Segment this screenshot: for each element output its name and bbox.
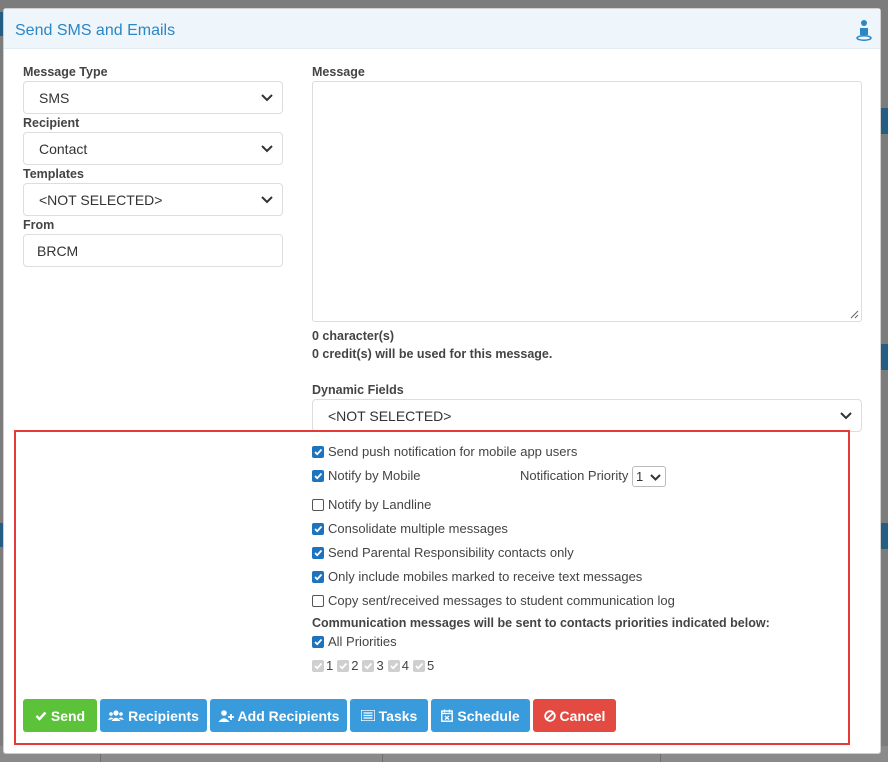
checkbox-unchecked-icon[interactable] [312, 594, 324, 607]
option-consolidate[interactable]: Consolidate multiple messages [312, 521, 508, 536]
checkbox-disabled-icon [412, 659, 425, 672]
modal-header: Send SMS and Emails [4, 9, 880, 49]
option-label: Send push notification for mobile app us… [328, 444, 578, 459]
dynamic-fields-value: <NOT SELECTED> [328, 407, 452, 424]
from-label: From [23, 218, 55, 232]
send-button-label: Send [50, 707, 86, 724]
option-copy-log[interactable]: Copy sent/received messages to student c… [312, 593, 675, 608]
ban-icon [543, 709, 556, 722]
checkbox-checked-icon[interactable] [312, 570, 324, 583]
communication-note: Communication messages will be sent to c… [312, 616, 770, 630]
option-push-notification[interactable]: Send push notification for mobile app us… [312, 444, 577, 459]
templates-value: <NOT SELECTED> [39, 191, 163, 208]
message-type-label: Message Type [23, 65, 108, 79]
priority-item[interactable]: 2 [337, 658, 358, 673]
tasks-icon [360, 710, 375, 721]
checkbox-checked-icon[interactable] [312, 522, 324, 535]
message-textarea[interactable] [312, 81, 862, 322]
priority-checkboxes: 1 2 3 4 5 [312, 658, 438, 673]
tasks-button-label: Tasks [378, 707, 418, 724]
message-label: Message [312, 65, 365, 79]
checkbox-checked-icon[interactable] [312, 445, 324, 458]
priority-item[interactable]: 3 [362, 658, 384, 673]
templates-select[interactable]: <NOT SELECTED> [23, 183, 283, 216]
send-button[interactable]: Send [23, 699, 97, 732]
character-count: 0 character(s) [312, 329, 394, 343]
option-label: Notify by Landline [328, 497, 432, 512]
option-label: Only include mobiles marked to receive t… [328, 569, 643, 584]
option-all-priorities[interactable]: All Priorities [312, 634, 397, 649]
checkbox-checked-icon[interactable] [312, 635, 324, 648]
option-label: Consolidate multiple messages [328, 521, 508, 536]
option-label: Copy sent/received messages to student c… [328, 593, 675, 608]
dynamic-fields-select[interactable]: <NOT SELECTED> [312, 399, 862, 432]
option-notify-mobile[interactable]: Notify by Mobile [312, 468, 420, 483]
recipient-select[interactable]: Contact [23, 132, 283, 165]
dynamic-fields-label: Dynamic Fields [312, 383, 404, 397]
credit-info: 0 credit(s) will be used for this messag… [312, 347, 553, 361]
checkbox-checked-icon[interactable] [312, 546, 324, 559]
notification-priority-select[interactable]: 1 [632, 466, 666, 487]
check-icon [35, 711, 47, 721]
recipient-value: Contact [39, 140, 88, 157]
cancel-button-label: Cancel [559, 707, 606, 724]
message-type-select[interactable]: SMS [23, 81, 283, 114]
add-recipients-button-label: Add Recipients [237, 707, 340, 724]
option-mobiles-marked[interactable]: Only include mobiles marked to receive t… [312, 569, 642, 584]
from-input[interactable]: BRCM [23, 234, 283, 267]
cancel-button[interactable]: Cancel [533, 699, 616, 732]
option-label: All Priorities [328, 634, 397, 649]
from-value: BRCM [37, 242, 79, 259]
chevron-down-icon [650, 474, 661, 481]
recipients-button[interactable]: Recipients [100, 699, 207, 732]
modal-title: Send SMS and Emails [15, 22, 176, 39]
schedule-button-label: Schedule [457, 707, 520, 724]
priority-item[interactable]: 4 [387, 658, 409, 673]
option-notify-landline[interactable]: Notify by Landline [312, 497, 431, 512]
checkbox-disabled-icon [312, 659, 324, 672]
resize-handle-icon[interactable] [850, 310, 859, 319]
priority-item[interactable]: 1 [312, 658, 333, 673]
add-recipients-button[interactable]: Add Recipients [210, 699, 347, 732]
chevron-down-icon [261, 196, 273, 204]
option-parental-responsibility[interactable]: Send Parental Responsibility contacts on… [312, 545, 574, 560]
user-help-icon[interactable] [856, 19, 872, 41]
option-label: Notify by Mobile [328, 468, 421, 483]
calendar-icon [441, 709, 454, 722]
user-plus-icon [218, 709, 234, 722]
option-label: Send Parental Responsibility contacts on… [328, 545, 574, 560]
checkbox-disabled-icon [387, 659, 400, 672]
message-type-value: SMS [39, 89, 70, 106]
notification-priority-label: Notification Priority [520, 468, 629, 483]
templates-label: Templates [23, 167, 84, 181]
priority-label: 3 [376, 658, 384, 673]
schedule-button[interactable]: Schedule [431, 699, 530, 732]
priority-label: 4 [401, 658, 409, 673]
notification-priority-value: 1 [636, 469, 644, 484]
checkbox-unchecked-icon[interactable] [312, 498, 324, 511]
tasks-button[interactable]: Tasks [350, 699, 428, 732]
priority-label: 5 [426, 658, 435, 673]
highlight-box [14, 430, 850, 745]
priority-label: 1 [326, 658, 334, 673]
recipient-label: Recipient [23, 116, 80, 130]
chevron-down-icon [840, 412, 852, 420]
users-icon [108, 709, 125, 721]
recipients-button-label: Recipients [128, 707, 199, 724]
checkbox-disabled-icon [362, 659, 375, 672]
chevron-down-icon [261, 145, 273, 153]
chevron-down-icon [261, 94, 273, 102]
checkbox-disabled-icon [337, 659, 350, 672]
priority-item[interactable]: 5 [412, 658, 435, 673]
checkbox-checked-icon[interactable] [312, 469, 324, 482]
priority-label: 2 [351, 658, 359, 673]
